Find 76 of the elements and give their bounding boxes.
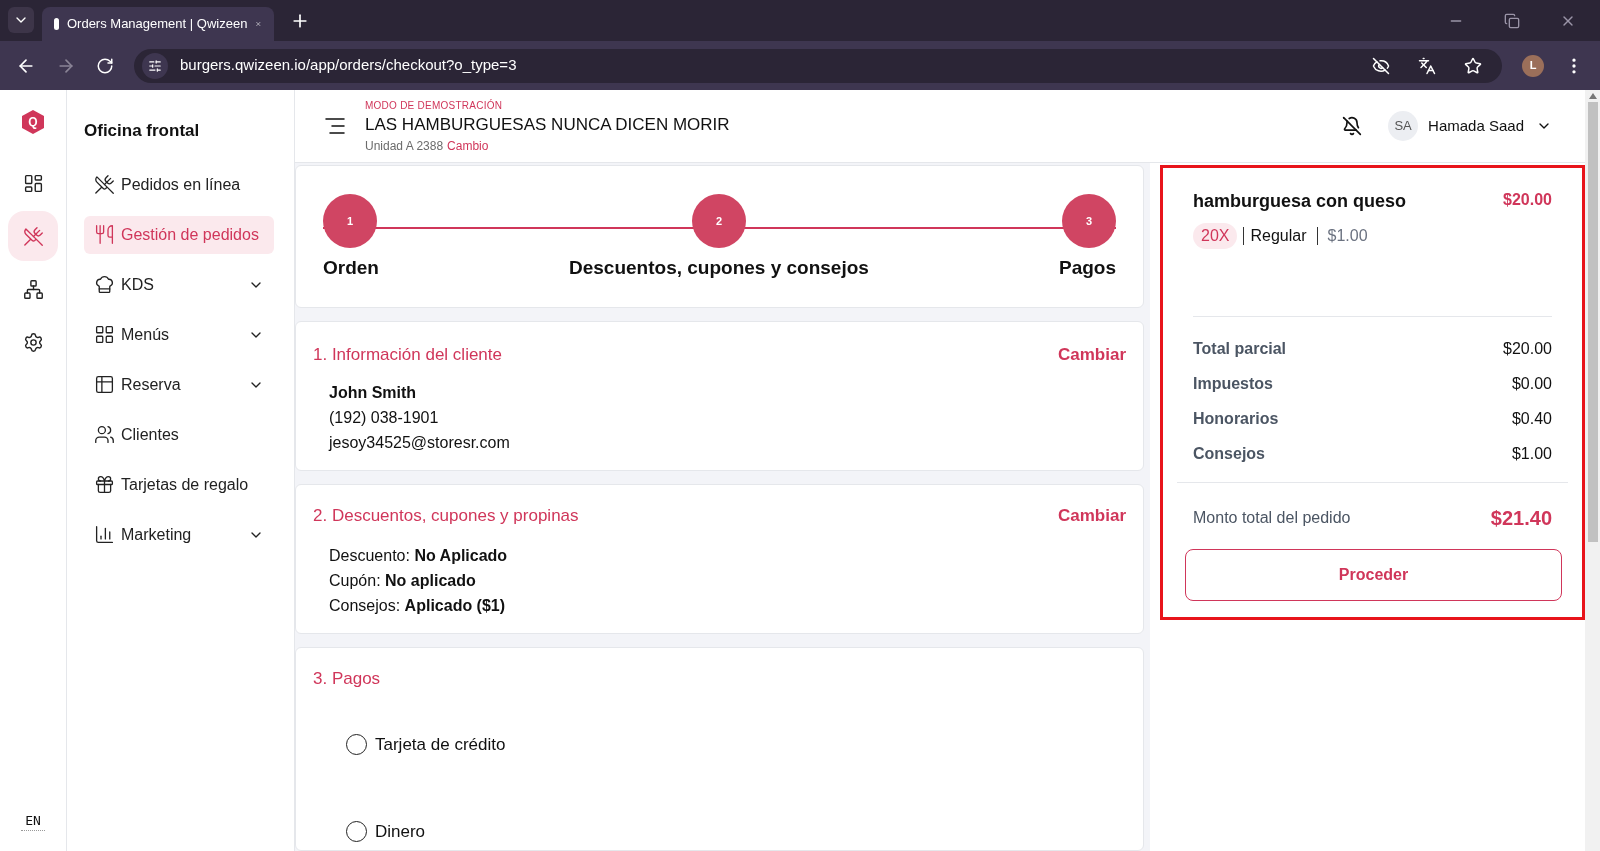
customer-phone: (192) 038-1901	[329, 407, 440, 428]
sidebar-item[interactable]: Pedidos en línea	[84, 165, 274, 204]
user-avatar[interactable]: SA	[1388, 111, 1419, 141]
eye-off-icon[interactable]	[1372, 56, 1390, 75]
bell-off-icon[interactable]	[1342, 116, 1363, 136]
site-info-icon[interactable]	[142, 52, 168, 79]
summary-label: Total parcial	[1193, 339, 1287, 359]
translate-icon[interactable]	[1418, 56, 1436, 75]
fork-knife-icon	[94, 224, 115, 245]
total-label: Monto total del pedido	[1193, 508, 1351, 528]
url-text: burgers.qwizeen.io/app/orders/checkout?o_type=3	[180, 55, 518, 76]
sidebar-item[interactable]: Gestión de pedidos	[84, 215, 274, 254]
utensils-icon	[22, 225, 44, 247]
scrollbar-thumb[interactable]	[1587, 102, 1598, 542]
user-menu-button[interactable]: Hamada Saad	[1428, 114, 1552, 138]
store-name: LAS HAMBURGUESAS NUNCA DICEN MORIR	[365, 113, 730, 136]
customer-name: John Smith	[329, 382, 418, 403]
payment-option[interactable]: Dinero	[346, 819, 1126, 845]
change-unit-link[interactable]: Cambio	[447, 136, 489, 155]
bookmark-star-icon[interactable]	[1464, 56, 1482, 75]
sidebar-item[interactable]: Reserva	[84, 365, 274, 404]
discount-line: Consejos: Aplicado ($1)	[329, 595, 507, 616]
sidebar-title: Oficina frontal	[84, 120, 201, 142]
section-title: 1. Información del cliente	[313, 344, 502, 366]
chef-hat-icon	[94, 274, 115, 295]
profile-avatar[interactable]: L	[1522, 54, 1544, 77]
customer-email: jesoy34525@storesr.com	[329, 432, 511, 453]
restore-icon[interactable]	[1504, 13, 1520, 29]
utensils-icon	[94, 174, 115, 195]
change-button[interactable]: Cambiar	[1057, 503, 1126, 529]
language-button[interactable]: EN	[21, 810, 45, 831]
scroll-up-icon[interactable]	[1588, 93, 1597, 99]
summary-value: $0.00	[1511, 374, 1552, 394]
step-label: Pagos	[1058, 256, 1116, 280]
people-icon	[94, 424, 115, 445]
grid-icon	[94, 324, 115, 345]
quantity-badge: 20X	[1193, 223, 1238, 249]
dashboard-icon	[22, 172, 44, 194]
summary-label: Consejos	[1193, 444, 1265, 464]
step-label: Descuentos, cupones y consejos	[569, 256, 869, 280]
unit-text: Unidad A 2388	[365, 137, 444, 155]
bar-chart-icon	[94, 524, 115, 545]
demo-label: MODO DE DEMOSTRACIÓN	[365, 98, 504, 113]
total-value: $21.40	[1490, 506, 1552, 531]
section-title: 3. Pagos	[313, 669, 381, 688]
item-price: $20.00	[1503, 190, 1552, 210]
step-label: Orden	[323, 256, 379, 280]
item-variant: Regular	[1250, 226, 1307, 246]
summary-label: Impuestos	[1193, 374, 1273, 394]
section-title: 2. Descuentos, cupones y propinas	[313, 505, 579, 527]
summary-value: $1.00	[1511, 444, 1552, 464]
hierarchy-icon	[22, 278, 44, 300]
address-bar[interactable]: burgers.qwizeen.io/app/orders/checkout?o_type=3	[134, 48, 1502, 83]
change-button[interactable]: Cambiar	[1057, 342, 1126, 368]
logo: Q	[22, 110, 44, 134]
summary-label: Honorarios	[1193, 409, 1279, 429]
tab-title: Orders Management | Qwizeen	[66, 15, 248, 34]
browser-tab[interactable]: Orders Management | Qwizeen	[42, 7, 274, 41]
sidebar-item[interactable]: Clientes	[84, 415, 274, 454]
tab-list-button[interactable]	[8, 7, 34, 33]
reload-icon[interactable]	[96, 56, 114, 75]
sidebar-item[interactable]: KDS	[84, 265, 274, 304]
gift-icon	[94, 474, 115, 495]
discount-line: Descuento: No Aplicado	[329, 545, 509, 566]
proceed-button[interactable]: Proceder	[1185, 549, 1562, 601]
item-name: hamburguesa con queso	[1193, 190, 1407, 213]
sidebar-item[interactable]: Marketing	[84, 515, 274, 554]
item-extra-price: $1.00	[1327, 226, 1368, 246]
payment-option[interactable]: Tarjeta de crédito	[346, 731, 1126, 757]
discount-line: Cupón: No aplicado	[329, 570, 477, 591]
table-icon	[94, 374, 115, 395]
settings-icon	[22, 331, 44, 353]
sidebar-item[interactable]: Menús	[84, 315, 274, 354]
sidebar-item[interactable]: Tarjetas de regalo	[84, 465, 274, 504]
summary-value: $0.40	[1511, 409, 1552, 429]
summary-value: $20.00	[1503, 339, 1552, 359]
